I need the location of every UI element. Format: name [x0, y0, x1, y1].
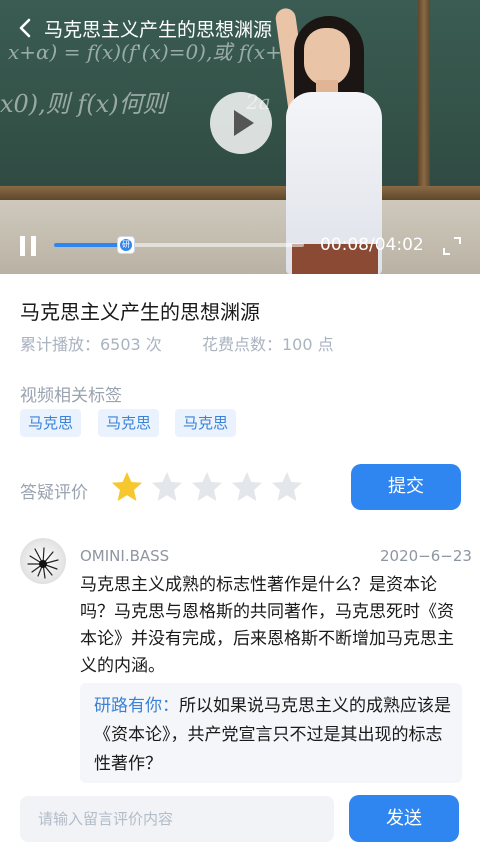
comment-bar: 发送: [0, 786, 480, 853]
back-arrow-icon[interactable]: [14, 16, 38, 40]
avatar[interactable]: [20, 538, 66, 584]
board-frame: [0, 186, 480, 200]
rating-label: 答疑评价: [20, 483, 88, 503]
comment-text: 马克思主义成熟的标志性著作是什么？是资本论吗？马克思与恩格斯的共同著作，马克思死…: [80, 575, 454, 676]
video-player[interactable]: x+α) = f(x)(f'(x)=0),或 f(x+ x0),则 f(x)何则…: [0, 0, 480, 274]
rating-star-icon[interactable]: [110, 470, 144, 504]
chalk-formula: x0),则 f(x)何则: [0, 90, 167, 118]
board-divider: [418, 0, 430, 200]
fullscreen-icon[interactable]: [442, 236, 462, 256]
playback-time: 00:08/04:02: [320, 235, 424, 255]
tags-label: 视频相关标签: [20, 386, 122, 406]
reply-text: 研路有你：所以如果说马克思主义的成熟应该是《资本论》，共产党宣言只不过是其出现的…: [94, 692, 452, 779]
progress-fill: [54, 243, 126, 247]
reply-author[interactable]: 研路有你：: [94, 696, 179, 716]
comment-input[interactable]: [20, 796, 334, 842]
course-title: 马克思主义产生的思想渊源: [20, 300, 260, 324]
reply-box: 研路有你：所以如果说马克思主义的成熟应该是《资本论》，共产党宣言只不过是其出现的…: [80, 683, 462, 783]
submit-button[interactable]: 提交: [351, 464, 461, 510]
tag-chip[interactable]: 马克思: [98, 409, 160, 437]
points-cost: 花费点数：100 点: [202, 335, 334, 354]
comment-date: 2020−6−23: [380, 547, 472, 565]
pause-icon[interactable]: [20, 236, 36, 256]
progress-handle-label: 研: [120, 239, 132, 251]
video-title: 马克思主义产生的思想渊源: [44, 19, 273, 41]
rating-star-icon[interactable]: [230, 470, 264, 504]
tag-chip[interactable]: 马克思: [20, 409, 82, 437]
tag-chip[interactable]: 马克思: [175, 409, 237, 437]
play-icon: [234, 110, 254, 136]
send-button[interactable]: 发送: [349, 795, 459, 842]
progress-handle[interactable]: 研: [117, 236, 135, 254]
rating-star-icon[interactable]: [150, 470, 184, 504]
play-count: 累计播放：6503 次: [20, 335, 162, 354]
rating-star-icon[interactable]: [270, 470, 304, 504]
comment-username: OMINI.BASS: [80, 547, 170, 565]
play-button[interactable]: [210, 92, 272, 154]
rating-star-icon[interactable]: [190, 470, 224, 504]
